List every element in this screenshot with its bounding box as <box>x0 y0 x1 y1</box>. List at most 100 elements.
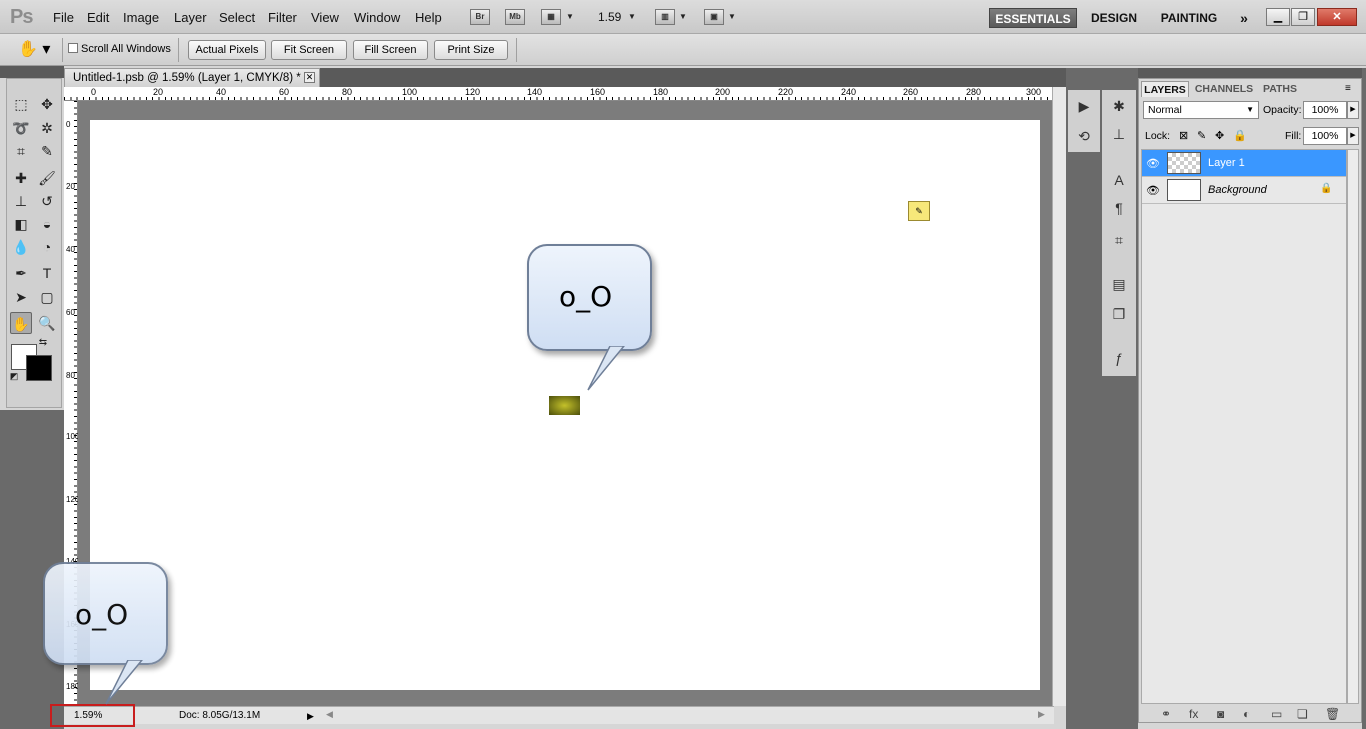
info-panel-icon[interactable]: ▤ <box>1109 274 1129 294</box>
note-annotation-icon[interactable]: ✎ <box>908 201 930 221</box>
eraser-tool-icon[interactable]: ◧ <box>10 213 32 235</box>
close-tab-icon[interactable]: ✕ <box>304 72 315 83</box>
menu-select[interactable]: Select <box>219 10 255 25</box>
eyedropper-tool-icon[interactable]: ✎ <box>36 140 58 162</box>
opacity-slider-arrow-icon[interactable]: ▶ <box>1347 101 1359 119</box>
print-size-button[interactable]: Print Size <box>434 40 508 60</box>
character-panel-icon[interactable]: A <box>1109 170 1129 190</box>
delete-layer-icon[interactable]: 🗑 <box>1325 707 1340 721</box>
default-colors-icon[interactable]: ◩ <box>8 370 20 382</box>
hand-tool-icon[interactable]: ✋ <box>10 312 32 334</box>
scroll-left-icon[interactable]: ◀ <box>326 709 333 720</box>
menu-layer[interactable]: Layer <box>174 10 207 25</box>
tool-preset-hand-icon[interactable]: ✋ ▾ <box>18 39 54 61</box>
zoom-dropdown-icon[interactable]: ▼ <box>628 12 636 21</box>
arrange-documents-icon[interactable]: ▥ <box>655 9 675 25</box>
restore-button[interactable]: ❐ <box>1291 8 1315 26</box>
visibility-eye-icon[interactable]: 👁 <box>1146 184 1160 197</box>
mini-bridge-button[interactable]: Mb <box>505 9 525 25</box>
fill-screen-button[interactable]: Fill Screen <box>353 40 428 60</box>
arrange-dropdown-icon[interactable]: ▼ <box>679 12 687 21</box>
screen-mode-dropdown-icon[interactable]: ▼ <box>728 12 736 21</box>
workspace-painting[interactable]: PAINTING <box>1153 8 1225 28</box>
blur-tool-icon[interactable]: 💧 <box>10 236 32 258</box>
marquee-tool-icon[interactable]: ⬚ <box>10 93 32 115</box>
new-layer-icon[interactable]: ❏ <box>1297 707 1308 721</box>
move-tool-icon[interactable]: ✥ <box>36 93 58 115</box>
add-mask-icon[interactable]: ◙ <box>1217 707 1224 721</box>
tools-panel-header[interactable] <box>0 66 64 78</box>
tab-layers[interactable]: LAYERS <box>1141 81 1189 97</box>
pen-tool-icon[interactable]: ✒ <box>10 262 32 284</box>
brush-presets-icon[interactable]: ✱ <box>1109 96 1129 116</box>
actual-pixels-button[interactable]: Actual Pixels <box>188 40 266 60</box>
layers-scrollbar[interactable] <box>1347 149 1359 704</box>
vertical-scrollbar[interactable] <box>1052 87 1066 706</box>
lock-position-icon[interactable]: ✥ <box>1215 129 1224 142</box>
minimize-button[interactable]: ▁ <box>1266 8 1290 26</box>
bridge-button[interactable]: Br <box>470 9 490 25</box>
more-workspaces-icon[interactable]: » <box>1234 8 1254 28</box>
extras-dropdown-icon[interactable]: ▼ <box>566 12 574 21</box>
lock-all-icon[interactable]: 🔒 <box>1233 129 1247 142</box>
path-selection-tool-icon[interactable]: ➤ <box>10 286 32 308</box>
scroll-all-windows-checkbox[interactable]: Scroll All Windows <box>68 43 171 55</box>
scroll-right-icon[interactable]: ▶ <box>1038 709 1045 720</box>
screen-mode-icon[interactable]: ▣ <box>704 9 724 25</box>
fill-field[interactable]: 100% <box>1303 127 1347 145</box>
menu-view[interactable]: View <box>311 10 339 25</box>
menu-window[interactable]: Window <box>354 10 400 25</box>
extras-icon[interactable]: ▦ <box>541 9 561 25</box>
tab-paths[interactable]: PATHS <box>1259 81 1301 97</box>
opacity-field[interactable]: 100% <box>1303 101 1347 119</box>
checkbox-box[interactable] <box>68 43 78 53</box>
link-layers-icon[interactable]: ⚭ <box>1161 707 1171 721</box>
type-tool-icon[interactable]: T <box>36 262 58 284</box>
new-group-icon[interactable]: ▭ <box>1271 707 1282 721</box>
menu-edit[interactable]: Edit <box>87 10 109 25</box>
clone-stamp-tool-icon[interactable]: ⊥ <box>10 190 32 212</box>
dodge-tool-icon[interactable]: ◔ <box>36 236 58 258</box>
paragraph-panel-icon[interactable]: ¶ <box>1109 198 1129 218</box>
panel-menu-icon[interactable]: ≡ <box>1345 83 1351 94</box>
menu-help[interactable]: Help <box>415 10 442 25</box>
close-window-button[interactable]: ✕ <box>1317 8 1357 26</box>
workspace-essentials[interactable]: ESSENTIALS <box>989 8 1077 28</box>
fill-slider-arrow-icon[interactable]: ▶ <box>1347 127 1359 145</box>
tab-channels[interactable]: CHANNELS <box>1191 81 1257 97</box>
status-menu-arrow-icon[interactable]: ▶ <box>307 709 317 723</box>
swap-colors-icon[interactable]: ⇆ <box>36 336 50 350</box>
transform-icon[interactable]: ⌗ <box>1109 230 1129 250</box>
clone-source-icon[interactable]: ⊥ <box>1109 124 1129 144</box>
foreground-color-swatch[interactable] <box>26 355 52 381</box>
adjustment-layer-icon[interactable]: ◐ <box>1243 707 1250 721</box>
menu-filter[interactable]: Filter <box>268 10 297 25</box>
brush-tool-icon[interactable]: 🖌 <box>36 167 58 189</box>
history-brush-tool-icon[interactable]: ↺ <box>36 190 58 212</box>
lasso-tool-icon[interactable]: ➰ <box>10 117 32 139</box>
styles-panel-icon[interactable]: ƒ <box>1109 348 1129 368</box>
fit-screen-button[interactable]: Fit Screen <box>271 40 347 60</box>
history-panel-icon[interactable]: ⟲ <box>1074 126 1094 146</box>
layer-row[interactable]: 👁 Layer 1 <box>1142 150 1346 177</box>
paint-bucket-tool-icon[interactable]: ◒ <box>36 213 58 235</box>
zoom-level-menu[interactable]: 1.59 <box>598 10 621 24</box>
document-tab[interactable]: Untitled-1.psb @ 1.59% (Layer 1, CMYK/8)… <box>64 68 320 87</box>
lock-image-icon[interactable]: ✎ <box>1197 129 1206 142</box>
blend-mode-select[interactable]: Normal ▼ <box>1143 101 1259 119</box>
workspace-design[interactable]: DESIGN <box>1086 8 1142 28</box>
crop-tool-icon[interactable]: ⌗ <box>10 140 32 162</box>
layer-row[interactable]: 👁 Background 🔒 <box>1142 177 1346 204</box>
actions-panel-icon[interactable]: ▶ <box>1074 96 1094 116</box>
menu-image[interactable]: Image <box>123 10 159 25</box>
menu-file[interactable]: File <box>53 10 74 25</box>
shape-tool-icon[interactable]: ▢ <box>36 286 58 308</box>
healing-brush-tool-icon[interactable]: ✚ <box>10 167 32 189</box>
magic-wand-tool-icon[interactable]: ✲ <box>36 117 58 139</box>
lock-transparent-icon[interactable]: ⊠ <box>1179 129 1188 142</box>
layers-panel-header[interactable] <box>1138 68 1362 78</box>
visibility-eye-icon[interactable]: 👁 <box>1146 157 1160 170</box>
layer-comps-icon[interactable]: ❐ <box>1109 304 1129 324</box>
zoom-tool-icon[interactable]: 🔍 <box>36 312 58 334</box>
layer-style-icon[interactable]: fx <box>1189 707 1198 721</box>
